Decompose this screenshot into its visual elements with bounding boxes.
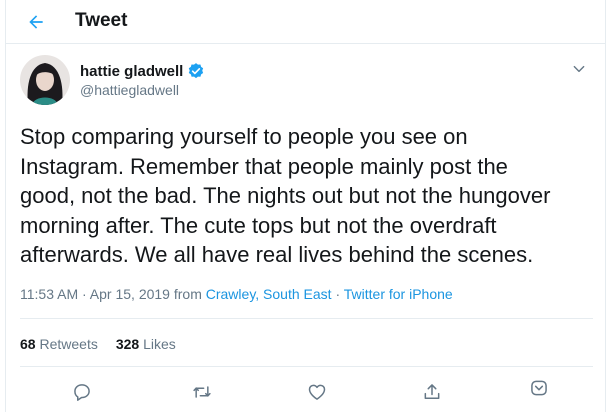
avatar[interactable] (20, 55, 70, 105)
back-button[interactable] (20, 6, 52, 38)
bookmark-icon (531, 380, 547, 396)
tweet-time[interactable]: 11:53 AM (20, 286, 78, 302)
meta-separator: · (335, 286, 344, 302)
likes-count: 328 (115, 336, 144, 352)
divider (20, 318, 593, 319)
likes-stat[interactable]: 328 Likes (116, 336, 176, 352)
page-title: Tweet (75, 10, 128, 31)
share-button[interactable] (418, 378, 446, 406)
tweet-meta: 11:53 AM · Apr 15, 2019 from Crawley, So… (20, 286, 453, 302)
bookmark-button[interactable] (525, 374, 553, 402)
tweet-stats: 68 Retweets 328 Likes (20, 336, 176, 352)
reply-icon (74, 384, 90, 401)
likes-label: Likes (143, 336, 176, 352)
tweet-location-link[interactable]: Crawley, South East (206, 286, 332, 302)
tweet-page: Tweet hattie gladwell @hattiegladwell St… (5, 0, 606, 412)
verified-badge-icon (189, 63, 204, 79)
author-handle[interactable]: @hattiegladwell (80, 82, 179, 98)
meta-separator: · (82, 286, 90, 302)
tweet-date[interactable]: Apr 15, 2019 (90, 286, 170, 302)
page-header: Tweet (6, 0, 605, 44)
like-button[interactable] (303, 378, 331, 406)
retweet-icon (193, 386, 211, 398)
display-name: hattie gladwell (80, 62, 184, 80)
tweet-text: Stop comparing yourself to people you se… (20, 124, 551, 267)
tweet-source-link[interactable]: Twitter for iPhone (344, 286, 453, 302)
share-icon (424, 384, 440, 399)
author-name-row[interactable]: hattie gladwell (80, 62, 205, 80)
arrow-left-icon (29, 15, 43, 29)
retweet-button[interactable] (188, 378, 216, 406)
chevron-down-icon (573, 65, 585, 73)
reply-button[interactable] (68, 378, 96, 406)
like-icon (308, 384, 326, 400)
avatar-image (20, 55, 70, 105)
retweets-stat[interactable]: 68 Retweets (20, 336, 98, 352)
more-options-button[interactable] (568, 58, 590, 80)
tweet-actions (6, 372, 605, 412)
divider (20, 366, 593, 367)
retweets-label: Retweets (39, 336, 98, 352)
from-label: from (173, 286, 206, 302)
retweets-count: 68 (20, 336, 40, 352)
